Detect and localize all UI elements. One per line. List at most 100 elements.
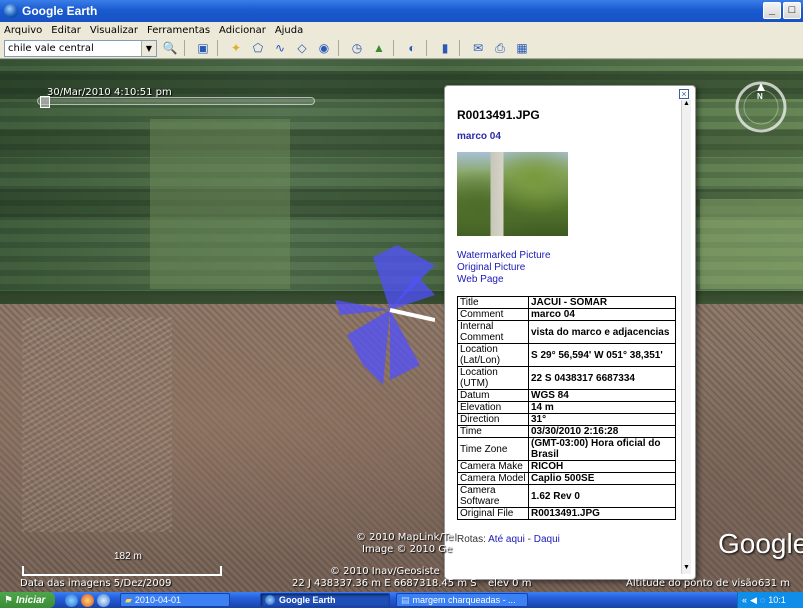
pointer-elevation: elev 0 m [488,578,532,589]
close-icon[interactable]: × [679,89,689,99]
magnifier-icon[interactable]: 🔍 [161,39,179,57]
show-desktop-icon[interactable] [97,593,110,607]
property-value: 22 S 0438317 6687334 [528,366,676,390]
property-row: Time Zone (GMT-03:00) Hora oficial do Bra… [457,437,676,461]
overlay-icon[interactable]: ◇ [293,39,311,57]
search-combobox[interactable]: chile vale central ▼ [4,39,157,57]
property-value: JACUI - SOMAR [528,296,676,309]
rotas-line: Rotas: Até aqui - Daqui [457,534,560,545]
network-icon[interactable]: ◌ [760,595,765,605]
menu-adicionar[interactable]: Adicionar [219,25,266,36]
property-key: Direction [457,413,529,426]
imagery-date: Data das imagens 5/Dez/2009 [20,578,172,589]
google-logo: Google [718,528,803,559]
scroll-up-icon[interactable]: ▲ [682,100,691,110]
property-key: Comment [457,308,529,321]
sidebar-toggle-icon[interactable]: ▣ [194,39,212,57]
task-word-document[interactable]: ▤ margem charqueadas - ... [396,593,528,607]
eye-altitude-value: 631 m [758,578,791,589]
rotas-to-link[interactable]: Até aqui [488,534,525,545]
windows-taskbar: ⚑ Iniciar ▰ 2010-04-01 Google Earth ▤ ma… [0,592,803,608]
start-label: Iniciar [15,594,46,606]
balloon-subtitle: marco 04 [457,131,501,142]
watermarked-picture-link[interactable]: Watermarked Picture [457,250,679,262]
property-key: Internal Comment [457,320,529,344]
task-folder-2010-04-01[interactable]: ▰ 2010-04-01 [120,593,230,607]
menu-ferramentas[interactable]: Ferramentas [147,25,210,36]
menu-arquivo[interactable]: Arquivo [4,25,42,36]
imagery-soil-patch [22,317,172,532]
volume-icon[interactable]: ◀ [750,595,757,606]
record-tour-icon[interactable]: ◉ [315,39,333,57]
property-row: Comment marco 04 [457,308,676,321]
start-button[interactable]: ⚑ Iniciar [0,592,55,608]
property-value: Caplio 500SE [528,472,676,485]
title-bar[interactable]: Google Earth _ □ [0,0,803,22]
property-key: Time [457,425,529,438]
scroll-down-icon[interactable]: ▼ [682,564,691,574]
compass-icon[interactable]: N [733,79,789,135]
property-value: (GMT-03:00) Hora oficial do Brasil [528,437,676,461]
property-key: Camera Make [457,460,529,473]
window-title: Google Earth [22,4,98,18]
property-key: Location (UTM) [457,366,529,390]
property-value: WGS 84 [528,389,676,402]
web-page-link[interactable]: Web Page [457,274,679,286]
original-picture-link[interactable]: Original Picture [457,262,679,274]
photo-thumbnail[interactable] [457,152,568,236]
maps-icon[interactable]: ▦ [513,39,531,57]
task-google-earth[interactable]: Google Earth [260,593,390,607]
menu-visualizar[interactable]: Visualizar [90,25,138,36]
tray-expand-icon[interactable]: « [742,595,747,605]
property-key: Camera Model [457,472,529,485]
photo-info-balloon: R0013491.JPG marco 04 Watermarked Pictur… [444,85,696,580]
property-value: 03/30/2010 2:16:28 [528,425,676,438]
historical-imagery-icon[interactable]: ◷ [348,39,366,57]
property-row: Camera Make RICOH [457,460,676,473]
firefox-icon[interactable] [81,593,94,607]
internet-explorer-icon[interactable] [65,593,78,607]
map-status-line: Data das imagens 5/Dez/2009 22 J 438337.… [0,578,803,591]
toolbar-separator [459,40,460,56]
map-copyright-2: Image © 2010 Ge [362,544,453,555]
balloon-scrollbar[interactable]: ▲ ▼ [681,100,691,574]
eye-altitude-label: Altitude do ponto de visão [626,578,758,589]
rotas-from-link[interactable]: Daqui [534,534,560,545]
ruler-icon[interactable]: ▮ [436,39,454,57]
photo-properties-table: Title JACUI - SOMAR Comment marco 04 Interna… [457,296,676,520]
property-key: Camera Software [457,484,529,508]
placemark-icon[interactable]: ✦ [227,39,245,57]
property-key: Datum [457,389,529,402]
property-row: Time 03/30/2010 2:16:28 [457,425,676,438]
photo-overlay-fan[interactable] [335,245,435,385]
path-icon[interactable]: ∿ [271,39,289,57]
imagery-field-block [150,119,290,289]
menu-ajuda[interactable]: Ajuda [275,25,303,36]
property-row: Location (Lat/Lon) S 29° 56,594' W 051° 3… [457,343,676,367]
toolbar-separator [393,40,394,56]
email-icon[interactable]: ✉ [469,39,487,57]
minimize-button[interactable]: _ [763,2,781,19]
property-value: R0013491.JPG [528,507,676,520]
folder-icon: ▰ [125,594,132,605]
map-copyright-3: © 2010 Inav/Geosiste [330,566,440,577]
menu-bar: Arquivo Editar Visualizar Ferramentas Ad… [0,22,803,38]
timeslider-track[interactable] [37,97,315,105]
planets-icon[interactable]: ◐ [403,39,421,57]
chevron-down-icon[interactable]: ▼ [141,40,156,56]
google-earth-window: Google Earth _ □ Arquivo Editar Visualiz… [0,0,803,608]
toolbar-separator [184,40,185,56]
sun-icon[interactable]: ▲ [370,39,388,57]
polygon-icon[interactable]: ⬠ [249,39,267,57]
print-icon[interactable]: ⎙ [491,39,509,57]
menu-editar[interactable]: Editar [51,25,81,36]
imagery-field-block [700,199,803,289]
task-label: Google Earth [279,595,336,605]
property-key: Title [457,296,529,309]
property-value: 1.62 Rev 0 [528,484,676,508]
property-key: Elevation [457,401,529,414]
maximize-button[interactable]: □ [783,2,801,19]
timeslider-handle[interactable] [40,96,50,108]
property-value: 31° [528,413,676,426]
balloon-title: R0013491.JPG [457,108,540,122]
